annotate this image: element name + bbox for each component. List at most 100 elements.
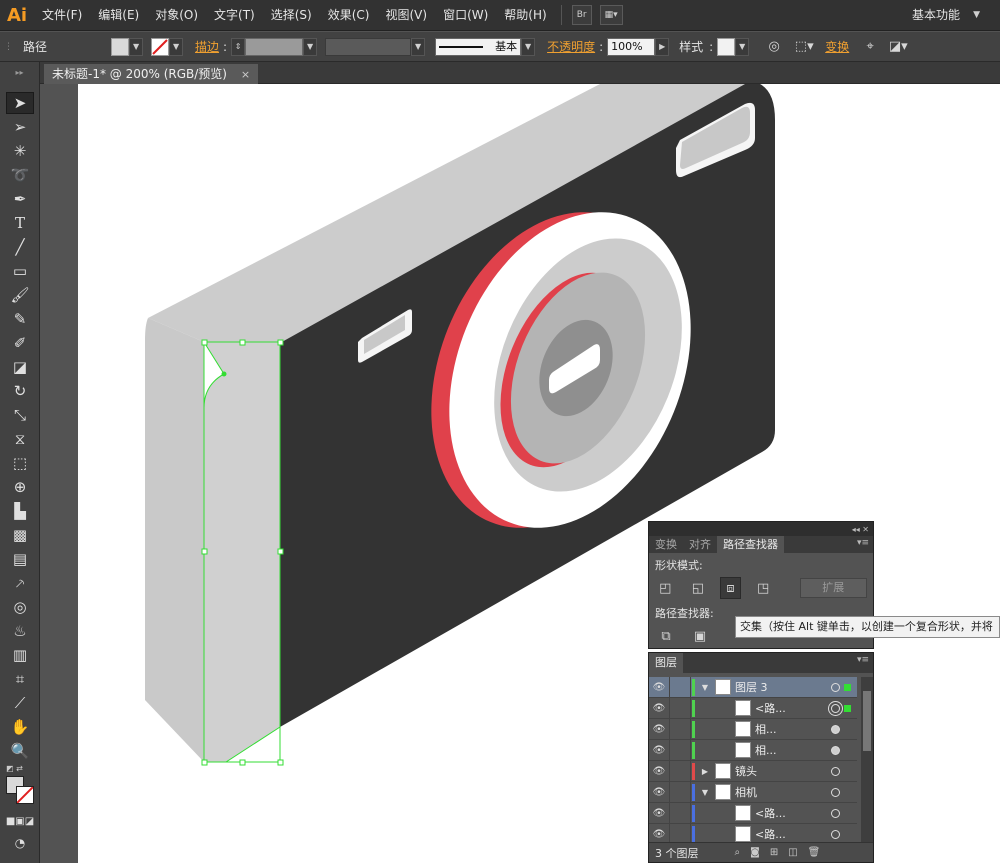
layer-name[interactable]: 镜头 [735,763,831,779]
target-circle-icon[interactable] [831,766,840,776]
layer-row[interactable]: 👁 ▼ 图层 3 [649,677,857,698]
opacity-panel-link[interactable]: 不透明度 [543,38,599,55]
eraser-tool[interactable]: ◪ [6,356,34,378]
lock-toggle[interactable] [669,823,691,843]
visibility-eye-icon[interactable]: 👁 [649,787,669,798]
visibility-eye-icon[interactable]: 👁 [649,829,669,840]
panel-collapse-bar[interactable]: ◂◂ ✕ [649,522,873,536]
visibility-eye-icon[interactable]: 👁 [649,808,669,819]
layer-row[interactable]: 👁 相... [649,718,857,740]
disclosure-triangle-icon[interactable]: ▼ [699,683,711,692]
perspective-grid-tool[interactable]: ▙ [6,500,34,522]
fill-dropdown[interactable]: ▼ [129,37,144,56]
selection-indicator[interactable] [844,768,851,775]
blob-brush-tool[interactable]: ✐ [6,332,34,354]
color-mode-buttons[interactable]: ■▣◪ [6,810,34,832]
unite-button[interactable]: ◰ [655,577,676,599]
lock-toggle[interactable] [669,802,691,824]
tab-transform[interactable]: 变换 [649,536,683,553]
layer-row[interactable]: 👁 相... [649,739,857,761]
menu-file[interactable]: 文件(F) [34,0,90,31]
drawing-mode-button[interactable]: ◔ [6,832,34,854]
scale-tool[interactable]: ⤡ [6,404,34,426]
artboard-tool[interactable]: ⌗ [6,668,34,690]
slice-tool[interactable]: ⟋ [6,692,34,714]
intersect-button[interactable]: ⧈ [720,577,741,599]
magic-wand-tool[interactable]: ✳ [6,140,34,162]
layer-name[interactable]: 图层 3 [735,679,831,695]
lock-toggle[interactable] [669,739,691,761]
disclosure-triangle-icon[interactable]: ▼ [699,788,711,797]
menu-window[interactable]: 窗口(W) [435,0,496,31]
tab-pathfinder[interactable]: 路径查找器 [717,536,784,553]
selection-indicator[interactable] [844,831,851,838]
scroll-thumb[interactable] [863,691,871,751]
brush-definition-dropdown[interactable]: ▼ [521,37,536,56]
visibility-eye-icon[interactable]: 👁 [649,724,669,735]
menu-edit[interactable]: 编辑(E) [90,0,147,31]
direct-selection-tool[interactable]: ➢ [6,116,34,138]
layer-name[interactable]: <路... [755,826,831,842]
visibility-eye-icon[interactable]: 👁 [649,745,669,756]
recolor-artwork-button[interactable]: ◎ [763,36,785,58]
lock-toggle[interactable] [669,781,691,803]
selection-indicator[interactable] [844,704,851,712]
target-circle-icon[interactable] [831,745,840,755]
default-colors-icon[interactable]: ◩ ⇄ [6,764,23,773]
target-circle-icon[interactable] [831,703,840,713]
variable-width-dropdown[interactable]: ▼ [411,37,426,56]
layer-row[interactable]: 👁 ▶ 镜头 [649,760,857,782]
opacity-dropdown[interactable]: ▶ [655,37,670,56]
opacity-field[interactable]: 100% [607,37,656,56]
stroke-weight-dropdown[interactable]: ▼ [303,37,318,56]
isolate-object-button[interactable]: ⌖ [859,36,881,58]
disclosure-triangle-icon[interactable]: ▶ [699,767,711,776]
free-transform-tool[interactable]: ⬚ [6,452,34,474]
bridge-button[interactable]: Br [571,5,592,25]
variable-width-field[interactable] [325,37,412,56]
visibility-eye-icon[interactable]: 👁 [649,766,669,777]
tab-align[interactable]: 对齐 [683,536,717,553]
lock-toggle[interactable] [669,697,691,719]
column-graph-tool[interactable]: ▥ [6,644,34,666]
layers-scrollbar[interactable] [861,677,873,843]
blend-tool[interactable]: ◎ [6,596,34,618]
stroke-panel-link[interactable]: 描边 [191,38,223,55]
rectangle-tool[interactable]: ▭ [6,260,34,282]
pencil-tool[interactable]: ✎ [6,308,34,330]
chevron-down-icon[interactable]: ▼ [973,0,980,31]
hand-tool[interactable]: ✋ [6,716,34,738]
document-tab[interactable]: 未标题-1* @ 200% (RGB/预览) × [44,64,259,84]
selection-indicator[interactable] [844,726,851,733]
menu-effect[interactable]: 效果(C) [320,0,378,31]
menu-type[interactable]: 文字(T) [206,0,263,31]
target-circle-icon[interactable] [831,829,840,839]
stroke-dropdown[interactable]: ▼ [169,37,184,56]
layer-row[interactable]: 👁 ▼ 相机 [649,781,857,803]
trim-button[interactable]: ▣ [689,625,711,647]
exclude-button[interactable]: ◳ [753,577,774,599]
selection-indicator[interactable] [844,683,851,691]
target-circle-icon[interactable] [831,787,840,797]
type-tool[interactable]: T [6,212,34,234]
stroke-weight-stepper[interactable]: ⇕ [231,37,246,56]
minus-front-button[interactable]: ◱ [688,577,709,599]
panel-menu-icon[interactable]: ▾≡ [857,655,869,665]
lock-toggle[interactable] [669,677,691,698]
collapse-arrows-icon[interactable]: ◂◂ ✕ [852,525,869,534]
zoom-tool[interactable]: 🔍 [6,740,34,762]
layer-name[interactable]: 相机 [735,784,831,800]
divide-button[interactable]: ⧉ [655,625,677,647]
stroke-color-box[interactable] [16,786,34,804]
gradient-tool[interactable]: ▤ [6,548,34,570]
lock-toggle[interactable] [669,718,691,740]
layer-row[interactable]: 👁 <路... [649,697,857,719]
line-segment-tool[interactable]: ╱ [6,236,34,258]
graphic-style-dropdown[interactable]: ▼ [735,37,750,56]
target-circle-icon[interactable] [831,808,840,818]
lock-toggle[interactable] [669,760,691,782]
lasso-tool[interactable]: ➰ [6,164,34,186]
selection-indicator[interactable] [844,810,851,817]
new-layer-icon[interactable]: ◫ [788,847,797,858]
fill-stroke-widget[interactable]: ◩ ⇄ [6,764,36,804]
